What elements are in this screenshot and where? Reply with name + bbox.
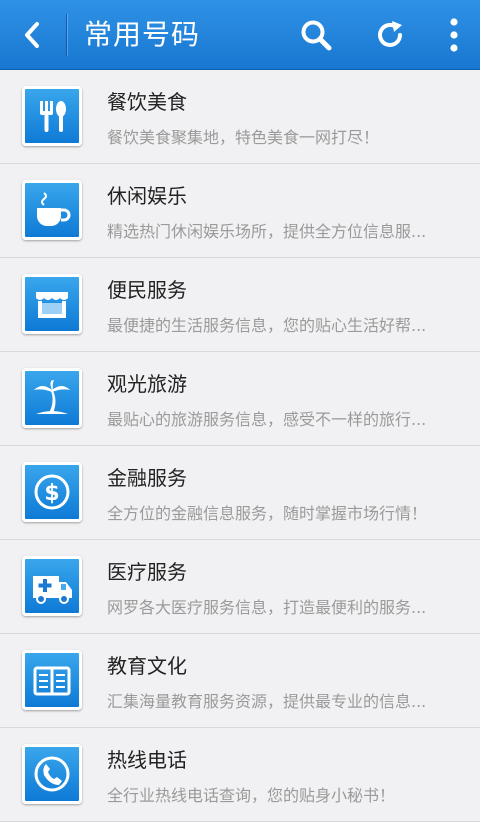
item-title: 观光旅游 (107, 372, 187, 396)
app-bar: 常用号码 (0, 0, 480, 70)
list-item[interactable]: 观光旅游 最贴心的旅游服务信息，感受不一样的旅行... (0, 352, 480, 446)
storefront-icon (22, 274, 82, 334)
back-button[interactable] (0, 0, 64, 70)
list-item[interactable]: 教育文化 汇集海量教育服务资源，提供最专业的信息... (0, 634, 480, 728)
item-description: 精选热门休闲娱乐场所，提供全方位信息服... (107, 222, 427, 241)
search-icon (301, 20, 332, 51)
chevron-left-icon (25, 22, 39, 48)
open-book-icon (22, 650, 82, 710)
svg-text:$: $ (44, 481, 59, 506)
item-title: 医疗服务 (107, 560, 187, 584)
list-item[interactable]: 休闲娱乐 精选热门休闲娱乐场所，提供全方位信息服... (0, 164, 480, 258)
phone-icon (22, 744, 82, 804)
item-description: 最贴心的旅游服务信息，感受不一样的旅行... (107, 410, 427, 429)
header-divider (66, 14, 67, 56)
list-item[interactable]: 餐饮美食 餐饮美食聚集地，特色美食一网打尽！ (0, 70, 480, 164)
item-title: 休闲娱乐 (107, 184, 187, 208)
category-list: 餐饮美食 餐饮美食聚集地，特色美食一网打尽！ 休闲娱乐 精选热门休闲娱乐场所，提… (0, 70, 480, 822)
search-button[interactable] (288, 0, 344, 70)
item-description: 餐饮美食聚集地，特色美食一网打尽！ (107, 128, 380, 147)
list-item[interactable]: 医疗服务 网罗各大医疗服务信息，打造最便利的服务... (0, 540, 480, 634)
more-button[interactable] (426, 0, 480, 70)
palm-tree-icon (22, 368, 82, 428)
refresh-button[interactable] (362, 0, 418, 70)
page-title: 常用号码 (84, 18, 201, 51)
coffee-cup-icon (22, 180, 82, 240)
more-vertical-icon (450, 18, 458, 52)
list-item[interactable]: 热线电话 全行业热线电话查询，您的贴身小秘书！ (0, 728, 480, 822)
ambulance-icon (22, 556, 82, 616)
dollar-icon: $ (22, 462, 82, 522)
item-description: 全方位的金融信息服务，随时掌握市场行情！ (107, 504, 428, 523)
fork-knife-icon (22, 86, 82, 146)
item-title: 教育文化 (107, 654, 187, 678)
item-description: 网罗各大医疗服务信息，打造最便利的服务... (107, 598, 427, 617)
item-title: 便民服务 (107, 278, 187, 302)
item-title: 餐饮美食 (107, 90, 187, 114)
refresh-icon (378, 21, 402, 47)
item-description: 最便捷的生活服务信息，您的贴心生活好帮... (107, 316, 427, 335)
item-title: 热线电话 (107, 748, 187, 772)
item-description: 全行业热线电话查询，您的贴身小秘书！ (107, 786, 396, 805)
item-title: 金融服务 (107, 466, 187, 490)
item-description: 汇集海量教育服务资源，提供最专业的信息... (107, 692, 427, 711)
list-item[interactable]: $ 金融服务 全方位的金融信息服务，随时掌握市场行情！ (0, 446, 480, 540)
list-item[interactable]: 便民服务 最便捷的生活服务信息，您的贴心生活好帮... (0, 258, 480, 352)
